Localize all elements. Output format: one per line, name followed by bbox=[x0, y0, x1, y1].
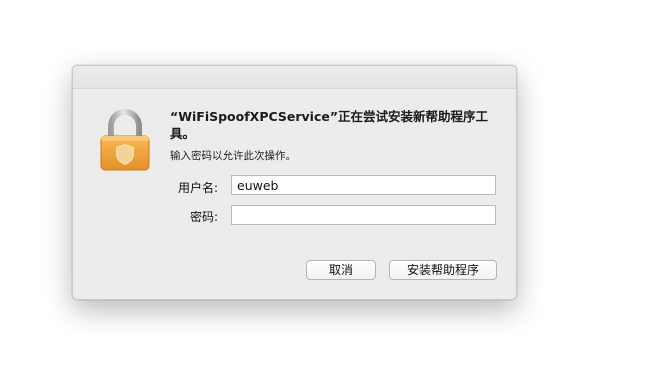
cancel-button[interactable]: 取消 bbox=[306, 260, 376, 280]
desktop-background: “WiFiSpoofXPCService”正在尝试安装新帮助程序工具。 输入密码… bbox=[0, 0, 661, 385]
password-label: 密码: bbox=[189, 210, 218, 224]
username-label: 用户名: bbox=[177, 181, 218, 195]
authorization-dialog: “WiFiSpoofXPCService”正在尝试安装新帮助程序工具。 输入密码… bbox=[72, 65, 517, 300]
install-helper-button[interactable]: 安装帮助程序 bbox=[389, 260, 497, 280]
padlock-icon bbox=[100, 109, 150, 171]
password-field[interactable] bbox=[231, 205, 496, 225]
dialog-titlebar bbox=[73, 66, 516, 89]
dialog-title: “WiFiSpoofXPCService”正在尝试安装新帮助程序工具。 bbox=[170, 109, 489, 141]
username-field[interactable] bbox=[231, 175, 496, 195]
dialog-subtitle: 输入密码以允许此次操作。 bbox=[170, 150, 296, 162]
